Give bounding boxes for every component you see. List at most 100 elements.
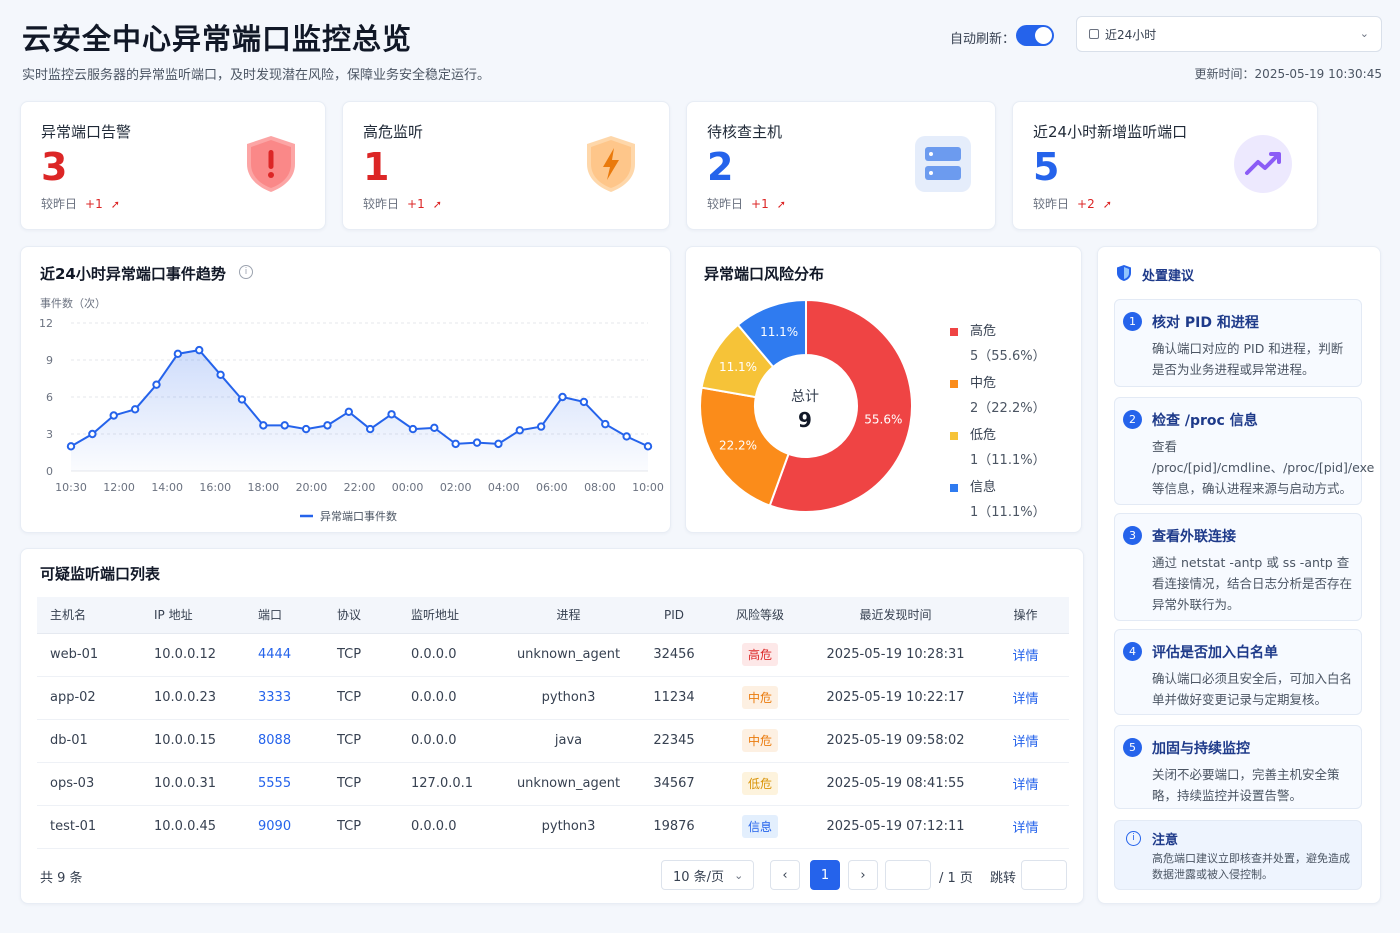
risk-badge: 低危	[741, 772, 778, 795]
detail-link[interactable]: 详情	[982, 719, 1069, 763]
server-icon	[915, 136, 971, 192]
chevron-down-icon: ⌄	[734, 868, 744, 882]
table-total: 共 9 条	[40, 871, 83, 886]
cell-process: java	[500, 719, 637, 763]
donut-center-value: 9	[798, 408, 812, 432]
advice-item-title: 评估是否加入白名单	[1152, 645, 1278, 661]
kpi-label: 近24小时新增监听端口	[1033, 123, 1188, 141]
column-header: 监听地址	[398, 597, 500, 634]
shield-alert-icon	[247, 136, 295, 192]
data-point	[323, 421, 332, 430]
next-page-button[interactable]: ›	[848, 860, 878, 890]
advice-item-title: 加固与持续监控	[1152, 741, 1250, 757]
data-point	[301, 424, 311, 434]
data-point	[365, 424, 375, 434]
x-tick-label: 02:00	[440, 481, 472, 494]
cell-time: 2025-05-19 10:22:17	[809, 676, 982, 720]
x-tick-label: 08:00	[584, 481, 616, 494]
slice-label: 55.6%	[864, 413, 902, 427]
data-point	[579, 397, 589, 407]
advice-item-title: 检查 /proc 信息	[1152, 413, 1258, 429]
x-tick-label: 04:00	[488, 481, 520, 494]
table-row[interactable]: test-01 10.0.0.45 9090 TCP 0.0.0.0 python3 198…	[37, 805, 1069, 849]
chevron-down-icon: ⌄	[1359, 27, 1369, 40]
x-tick-label: 12:00	[103, 481, 135, 494]
cell-listen-addr: 0.0.0.0	[398, 805, 500, 849]
data-point	[280, 421, 289, 430]
x-tick-label: 06:00	[536, 481, 568, 494]
data-point	[237, 395, 247, 404]
risk-badge: 中危	[741, 729, 778, 752]
legend-name: 低危	[970, 428, 997, 443]
time-range-select[interactable]: 近24小时 ⌄	[1076, 16, 1382, 52]
detail-link[interactable]: 详情	[982, 676, 1069, 720]
data-point	[216, 370, 225, 380]
data-point	[643, 442, 653, 451]
kpi-compare: 较昨日 +2 ➚	[1033, 197, 1112, 211]
cell-pid: 22345	[637, 719, 711, 763]
kpi-value: 2	[707, 145, 734, 189]
legend-value: 1（11.1%）	[970, 505, 1046, 520]
x-tick-label: 20:00	[296, 481, 328, 494]
data-point	[536, 422, 546, 431]
kpi-value: 5	[1033, 145, 1060, 189]
table-row[interactable]: app-02 10.0.0.23 3333 TCP 0.0.0.0 python3 1123…	[37, 676, 1069, 720]
cell-host: test-01	[37, 805, 141, 849]
legend-value: 1（11.1%）	[970, 453, 1046, 468]
data-point	[515, 426, 524, 435]
y-tick-label: 12	[39, 317, 53, 330]
kpi-card-high-risk[interactable]: 高危监听 1 较昨日 +1 ➚	[342, 101, 670, 230]
data-point	[558, 392, 567, 402]
auto-refresh-toggle[interactable]	[1016, 25, 1054, 46]
detail-link[interactable]: 详情	[982, 633, 1069, 677]
column-header: 操作	[982, 597, 1069, 634]
table-row[interactable]: ops-03 10.0.0.31 5555 TCP 127.0.0.1 unknown_a…	[37, 762, 1069, 806]
x-tick-label: 00:00	[392, 481, 424, 494]
cell-time: 2025-05-19 08:41:55	[809, 762, 982, 806]
step-number: 4	[1123, 642, 1142, 661]
kpi-label: 待核查主机	[707, 123, 783, 141]
table-body: web-01 10.0.0.12 4444 TCP 0.0.0.0 unknown_age…	[37, 633, 1069, 849]
legend-item: 高危 5（55.6%）	[950, 320, 1046, 364]
detail-link[interactable]: 详情	[982, 762, 1069, 806]
step-number: 5	[1123, 738, 1142, 757]
table-title: 可疑监听端口列表	[40, 565, 161, 583]
detail-link[interactable]: 详情	[982, 805, 1069, 849]
advice-item-title: 查看外联连接	[1152, 529, 1236, 545]
prev-page-button[interactable]: ‹	[770, 860, 800, 890]
advice-item: 4 评估是否加入白名单 确认端口必须且安全后，可加入白名单并做好变更记录与定期复核。	[1114, 629, 1362, 715]
page-1-button[interactable]: 1	[810, 860, 840, 890]
cell-risk: 中危	[711, 676, 809, 720]
data-point	[109, 411, 118, 420]
kpi-card-new-ports[interactable]: 近24小时新增监听端口 5 较昨日 +2 ➚	[1012, 101, 1318, 230]
advice-item-title: 核对 PID 和进程	[1152, 315, 1259, 331]
cell-port-link[interactable]: 4444	[245, 633, 324, 677]
table-row[interactable]: web-01 10.0.0.12 4444 TCP 0.0.0.0 unknown_age…	[37, 633, 1069, 677]
legend-item: 中危 2（22.2%）	[950, 372, 1046, 416]
jump-input[interactable]	[1021, 860, 1067, 890]
kpi-card-hosts[interactable]: 待核查主机 2 较昨日 +1 ➚	[686, 101, 996, 230]
page-size-select[interactable]: 10 条/页 ⌄	[661, 860, 754, 890]
kpi-compare: 较昨日 +1 ➚	[707, 197, 786, 211]
kpi-card-alerts[interactable]: 异常端口告警 3 较昨日 +1 ➚	[20, 101, 326, 230]
cell-protocol: TCP	[324, 762, 398, 806]
legend-name: 中危	[970, 376, 997, 391]
cell-protocol: TCP	[324, 719, 398, 763]
cell-process: unknown_agent	[500, 762, 637, 806]
page-number-input[interactable]	[885, 860, 931, 890]
cell-port-link[interactable]: 3333	[245, 676, 324, 720]
data-point	[622, 432, 631, 441]
cell-port-link[interactable]: 8088	[245, 719, 324, 763]
trend-chart: 0 3 6 9 12 10:30 12:00 14:00 16:00 18:00 20:00 22:0…	[39, 317, 664, 523]
cell-process: unknown_agent	[500, 633, 637, 677]
cell-host: ops-03	[37, 762, 141, 806]
cell-pid: 11234	[637, 676, 711, 720]
shield-icon	[1117, 265, 1131, 281]
table-row[interactable]: db-01 10.0.0.15 8088 TCP 0.0.0.0 java 22345 中危 2…	[37, 719, 1069, 763]
cell-port-link[interactable]: 5555	[245, 762, 324, 806]
note-title: 注意	[1152, 833, 1179, 848]
cell-port-link[interactable]: 9090	[245, 805, 324, 849]
shield-bolt-icon	[587, 136, 635, 192]
cell-listen-addr: 0.0.0.0	[398, 633, 500, 677]
data-point	[195, 345, 204, 355]
